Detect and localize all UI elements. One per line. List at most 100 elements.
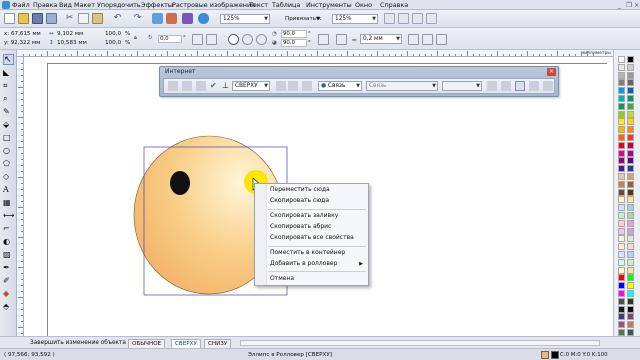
color-swatch[interactable] (618, 118, 625, 126)
zoom-to-page-icon[interactable] (412, 13, 423, 24)
zoom-combo[interactable]: 125% ▼ (220, 14, 270, 24)
color-swatch[interactable] (627, 173, 634, 180)
color-swatch[interactable] (627, 149, 634, 157)
position-x-value[interactable]: x: 67,615 мм (4, 31, 41, 38)
duplicate-state-icon[interactable] (302, 81, 312, 91)
menu-view[interactable]: Вид (59, 1, 72, 9)
color-swatch[interactable] (618, 56, 625, 63)
menu-edit[interactable]: Правка (33, 1, 57, 9)
color-swatch[interactable] (618, 63, 625, 71)
export-icon[interactable] (166, 13, 177, 24)
menu-file[interactable]: Файл (12, 1, 30, 9)
color-swatch[interactable] (627, 126, 634, 134)
color-swatch[interactable] (618, 321, 625, 329)
color-swatch[interactable] (627, 102, 634, 110)
color-swatch[interactable] (627, 56, 634, 63)
vertical-ruler[interactable] (17, 57, 24, 337)
link-url-field[interactable]: Связь ▼ (366, 81, 438, 91)
color-swatch[interactable] (618, 235, 625, 243)
link-type-combo[interactable]: ● Связь ▼ (318, 81, 362, 91)
import-icon[interactable] (152, 13, 163, 24)
color-swatch[interactable] (618, 196, 625, 204)
ellipse-mode-icon[interactable] (228, 34, 239, 45)
finish-edit-object-button[interactable]: Завершить изменение объекта (30, 339, 126, 347)
convert-to-curves-icon[interactable] (436, 34, 447, 45)
menu-layout[interactable]: Макет (74, 1, 95, 9)
color-swatch[interactable] (627, 305, 634, 313)
to-front-icon[interactable] (408, 34, 419, 45)
color-swatch[interactable] (618, 126, 625, 134)
menu-bitmaps[interactable]: Растровые изображения (172, 1, 255, 9)
color-swatch[interactable] (627, 219, 634, 227)
publish-icon[interactable] (529, 81, 539, 91)
new-document-icon[interactable] (4, 13, 15, 24)
width-value[interactable]: 9,102 мм (57, 31, 83, 38)
color-swatch[interactable] (627, 227, 634, 235)
color-swatch[interactable] (627, 188, 634, 196)
shape-tool-icon[interactable]: ◣ (3, 68, 14, 79)
color-swatch[interactable] (627, 95, 634, 102)
color-swatch[interactable] (627, 134, 634, 141)
freehand-tool-icon[interactable]: ✎ (3, 107, 14, 118)
menu-item-copy-here[interactable]: Скопировать сюда (270, 197, 329, 205)
color-swatch[interactable] (627, 243, 634, 251)
color-swatch[interactable] (618, 266, 625, 274)
change-direction-icon[interactable] (318, 34, 329, 45)
color-swatch[interactable] (627, 141, 634, 149)
color-swatch[interactable] (618, 157, 625, 165)
dimension-tool-icon[interactable]: ⟷ (3, 211, 14, 222)
color-swatch[interactable] (618, 180, 625, 188)
color-swatch[interactable] (618, 204, 625, 212)
color-swatch[interactable] (627, 204, 634, 212)
color-swatch[interactable] (618, 258, 625, 266)
color-swatch[interactable] (627, 329, 634, 336)
internet-toolbar[interactable]: Интернет × ✔ ⊥ СВЕРХУ ▼ ● Связь ▼ Связь ▼ ▼ (159, 66, 559, 97)
color-swatch[interactable] (627, 290, 634, 297)
outline-width-combo[interactable]: 0,2 мм ▼ (360, 34, 402, 44)
close-icon[interactable]: × (547, 68, 556, 76)
menu-item-add-to-rollover[interactable]: Добавить в ролловер (270, 260, 337, 268)
arc-mode-icon[interactable] (256, 34, 267, 45)
pick-tool-icon[interactable]: ↖ (3, 54, 14, 65)
color-swatch[interactable] (627, 274, 634, 282)
start-angle-field[interactable]: 90,0 (281, 30, 307, 38)
color-swatch[interactable] (627, 321, 634, 329)
color-swatch[interactable] (627, 118, 634, 126)
menu-window[interactable]: Окно (355, 1, 372, 9)
color-swatch[interactable] (618, 251, 625, 258)
color-swatch[interactable] (618, 243, 625, 251)
menu-item-powerclip-inside[interactable]: Поместить в контейнер (270, 249, 345, 257)
color-swatch[interactable] (627, 165, 634, 173)
color-swatch[interactable] (618, 274, 625, 282)
polygon-tool-icon[interactable]: ⬠ (3, 159, 14, 170)
transparency-tool-icon[interactable]: ▨ (3, 250, 14, 261)
eyedropper-tool-icon[interactable]: ✒ (3, 263, 14, 274)
color-swatch[interactable] (627, 71, 634, 79)
show-hotspots-icon[interactable] (515, 81, 525, 91)
print-icon[interactable] (46, 13, 57, 24)
ellipse-tool-icon[interactable]: ○ (3, 146, 14, 157)
color-swatch[interactable] (618, 79, 625, 87)
connector-tool-icon[interactable]: ⌐ (3, 224, 14, 235)
color-swatch[interactable] (627, 157, 634, 165)
rollover-create-icon[interactable] (182, 81, 192, 91)
color-swatch[interactable] (618, 212, 625, 219)
zoom-combo-secondary[interactable]: 125% ▼ (332, 14, 378, 24)
color-swatch[interactable] (618, 219, 625, 227)
finish-edit-icon[interactable]: ✔ (210, 81, 220, 91)
menu-help[interactable]: Справка (380, 1, 408, 9)
color-swatch[interactable] (618, 95, 625, 102)
save-icon[interactable] (32, 13, 43, 24)
menu-item-cancel[interactable]: Отмена (270, 275, 294, 283)
blend-tool-icon[interactable]: ◐ (3, 237, 14, 248)
snap-dropdown-icon[interactable]: ▼ (316, 14, 327, 25)
to-back-icon[interactable] (422, 34, 433, 45)
smart-fill-icon[interactable]: ⬙ (3, 120, 14, 131)
settings-icon[interactable] (543, 81, 553, 91)
lock-ratio-icon[interactable]: 🔒︎ (134, 35, 137, 42)
open-folder-icon[interactable] (18, 13, 29, 24)
color-swatch[interactable] (627, 110, 634, 118)
rotation-field[interactable]: 0,0 (158, 35, 182, 43)
crop-tool-icon[interactable]: ⌗ (3, 81, 14, 92)
height-value[interactable]: 10,583 мм (57, 40, 87, 47)
